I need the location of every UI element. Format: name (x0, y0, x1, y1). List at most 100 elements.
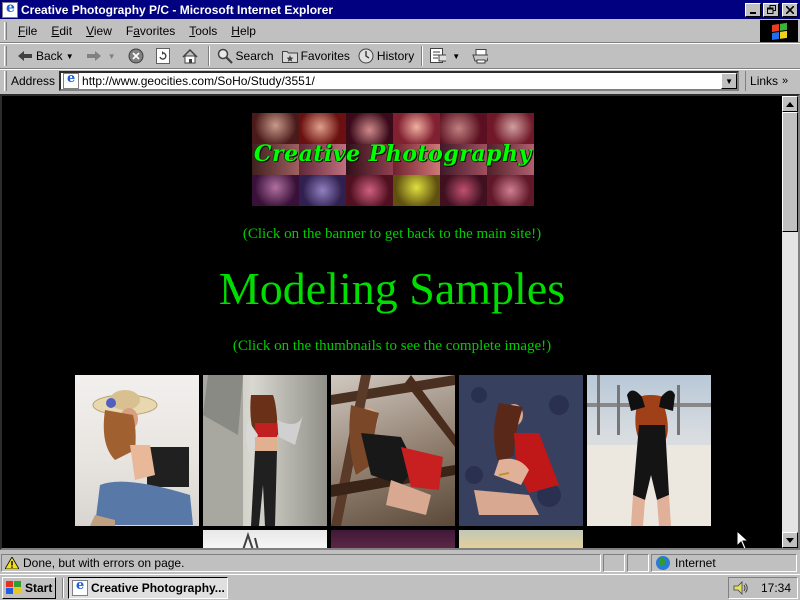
refresh-icon (155, 48, 171, 64)
system-tray: 17:34 (728, 577, 798, 599)
menu-edit[interactable]: Edit (44, 24, 79, 38)
speaker-icon[interactable] (733, 581, 749, 595)
thumb-model-red-dress[interactable] (459, 375, 583, 526)
home-icon (182, 48, 198, 64)
printer-icon (472, 48, 489, 64)
address-label: Address (11, 74, 56, 88)
model-red-dress-photo (465, 387, 569, 515)
home-button[interactable] (178, 45, 205, 67)
ie-icon (72, 578, 88, 596)
toolbar-separator (421, 46, 424, 66)
windows-logo-icon (772, 22, 787, 40)
menu-favorites[interactable]: Favorites (119, 24, 182, 38)
history-icon (358, 48, 374, 64)
site-banner[interactable]: Creative Photography P/C (252, 113, 534, 206)
minimize-button[interactable] (745, 2, 761, 17)
thumb-row2-1[interactable] (203, 530, 327, 548)
address-input[interactable] (82, 73, 722, 89)
restore-icon (766, 5, 776, 14)
mail-button[interactable]: ▼ (426, 45, 468, 67)
task-label: Creative Photography... (91, 580, 225, 595)
favorites-label: Favorites (300, 49, 350, 63)
menu-bar: File Edit View Favorites Tools Help (0, 19, 800, 43)
page-icon (63, 71, 80, 89)
chevron-right-icon[interactable]: » (782, 75, 788, 87)
thumbnails-note: (Click on the thumbnails to see the comp… (232, 338, 552, 354)
status-message: Done, but with errors on page. (23, 556, 185, 570)
refresh-button[interactable] (151, 45, 178, 67)
taskbar-ie-window-button[interactable]: Creative Photography... (68, 576, 228, 599)
standard-toolbar: Back ▼ ▼ Search Favorites History ▼ (0, 43, 800, 69)
menu-view[interactable]: View (79, 24, 119, 38)
window-titlebar: Creative Photography P/C - Microsoft Int… (0, 0, 800, 19)
menubar-grip[interactable] (4, 21, 7, 40)
clock[interactable]: 17:34 (761, 581, 791, 595)
back-label: Back (36, 49, 63, 63)
status-message-cell[interactable]: Done, but with errors on page. (1, 554, 601, 572)
vertical-scrollbar[interactable] (782, 96, 798, 548)
back-arrow-icon (17, 48, 33, 64)
page-content: Creative Photography P/C (Click on the b… (2, 96, 782, 548)
taskbar-separator (62, 577, 64, 598)
model-black-bodysuit-photo (587, 375, 711, 526)
thumb-model-metal-structure[interactable] (331, 375, 455, 526)
row2-photo-1 (242, 531, 259, 548)
restore-button[interactable] (763, 2, 779, 17)
security-zone-cell[interactable]: Internet (651, 554, 797, 572)
search-icon (217, 48, 233, 64)
mail-dropdown-icon[interactable]: ▼ (452, 52, 460, 61)
search-label: Search (235, 49, 274, 63)
globe-icon (656, 556, 670, 570)
thumb-row2-3[interactable] (459, 530, 583, 548)
menu-file[interactable]: File (11, 24, 44, 38)
taskbar: Start Creative Photography... 17:34 (0, 574, 800, 600)
thumb-model-black-bodysuit[interactable] (587, 375, 711, 526)
forward-button[interactable]: ▼ (82, 45, 124, 67)
menu-tools[interactable]: Tools (182, 24, 224, 38)
address-dropdown-icon[interactable]: ▼ (721, 73, 738, 89)
start-label: Start (25, 580, 53, 595)
links-bar[interactable]: Links » (745, 71, 788, 91)
mouse-pointer-icon (737, 531, 749, 548)
stop-button[interactable] (124, 45, 151, 67)
mail-icon (430, 48, 447, 64)
print-button[interactable] (468, 45, 495, 67)
links-label: Links (750, 74, 779, 88)
toolbar-grip[interactable] (4, 46, 7, 66)
history-button[interactable]: History (354, 45, 418, 67)
favorites-button[interactable]: Favorites (278, 45, 354, 67)
status-cell-blank-1 (603, 554, 625, 572)
thumb-model-silver-jacket[interactable] (203, 375, 327, 526)
page-heading: Modeling Samples (218, 263, 566, 314)
ie-app-icon[interactable] (2, 0, 18, 18)
thumb-row2-2[interactable] (331, 530, 455, 548)
window-controls (743, 2, 798, 17)
close-button[interactable] (782, 2, 798, 17)
scrollbar-thumb[interactable] (782, 112, 798, 232)
address-field[interactable]: ▼ (59, 71, 740, 91)
scroll-up-button[interactable] (782, 96, 798, 112)
scroll-down-button[interactable] (782, 532, 798, 548)
back-button[interactable]: Back ▼ (13, 45, 82, 67)
security-zone: Internet (675, 556, 716, 570)
addressbar-grip[interactable] (4, 71, 7, 91)
address-bar: Address ▼ Links » (0, 69, 800, 92)
banner-note: (Click on the banner to get back to the … (242, 226, 542, 242)
throbber (760, 20, 798, 42)
stop-icon (128, 48, 144, 64)
start-button[interactable]: Start (2, 576, 56, 599)
model-straw-hat-photo (90, 390, 193, 526)
history-label: History (376, 49, 415, 63)
minimize-icon (750, 11, 756, 14)
toolbar-separator (207, 46, 210, 66)
forward-dropdown-icon[interactable]: ▼ (108, 52, 116, 61)
menu-help[interactable]: Help (224, 24, 263, 38)
model-silver-jacket-photo (203, 375, 303, 526)
banner-title: Creative Photography P/C (254, 141, 534, 167)
scroll-up-icon (786, 101, 794, 107)
thumb-model-straw-hat[interactable] (75, 375, 199, 526)
warning-icon (5, 557, 19, 569)
back-dropdown-icon[interactable]: ▼ (66, 52, 74, 61)
close-icon (786, 5, 794, 14)
search-button[interactable]: Search (213, 45, 278, 67)
